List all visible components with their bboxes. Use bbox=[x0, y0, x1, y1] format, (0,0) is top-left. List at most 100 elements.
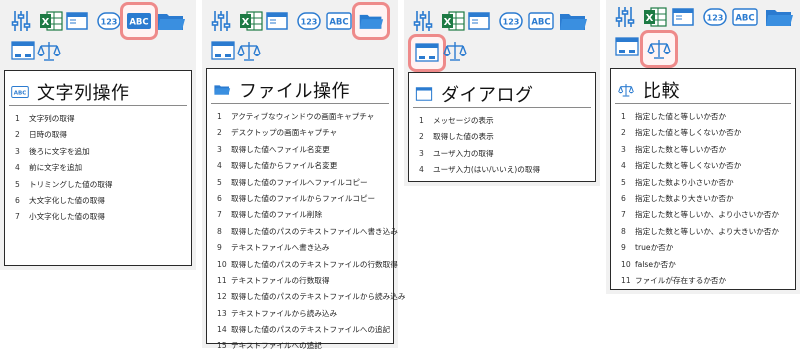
sliders-button[interactable] bbox=[412, 8, 438, 34]
list-item[interactable]: 2 デスクトップの画面キャプチャ bbox=[217, 125, 405, 141]
list-item[interactable]: 3 指定した数と等しいか否か bbox=[621, 142, 779, 158]
number-123-icon: 123 bbox=[297, 12, 321, 30]
list-item[interactable]: 2 取得した値の表示 bbox=[419, 129, 540, 145]
list-item[interactable]: 5 指定した数より小さいか否か bbox=[621, 175, 779, 191]
list-item[interactable]: 4 取得した値からファイル名変更 bbox=[217, 158, 405, 174]
excel-button[interactable]: X bbox=[238, 8, 264, 34]
list-item[interactable]: 5 トリミングした値の取得 bbox=[15, 177, 113, 193]
compare-button[interactable] bbox=[442, 38, 468, 64]
list-item[interactable]: 9 trueか否か bbox=[621, 240, 779, 256]
number-button[interactable]: 123 bbox=[96, 8, 122, 34]
compare-button[interactable] bbox=[640, 30, 678, 68]
sliders-button[interactable] bbox=[10, 8, 36, 34]
abc-text-button[interactable]: ABC bbox=[732, 4, 758, 30]
list-item[interactable]: 8 取得した値のパスのテキストファイルへ書き込み bbox=[217, 224, 405, 240]
folder-button[interactable] bbox=[352, 2, 390, 40]
list-item[interactable]: 6 大文字化した値の取得 bbox=[15, 193, 113, 209]
excel-icon: X bbox=[240, 11, 263, 31]
abc-text-icon: ABC bbox=[11, 83, 29, 101]
window-icon bbox=[266, 12, 288, 30]
compare-button[interactable] bbox=[236, 38, 262, 64]
dialog-window-button[interactable] bbox=[10, 38, 36, 64]
list-item[interactable]: 14 取得した値のパスのテキストファイルへの追記 bbox=[217, 322, 405, 338]
list-item[interactable]: 7 指定した数と等しいか、より小さいか否か bbox=[621, 207, 779, 223]
sliders-button[interactable] bbox=[614, 4, 640, 30]
list-item[interactable]: 1 文字列の取得 bbox=[15, 111, 113, 127]
dialog-window-button[interactable] bbox=[614, 34, 640, 60]
abc-text-button[interactable]: ABC bbox=[120, 2, 158, 40]
sliders-button[interactable] bbox=[210, 8, 236, 34]
list-item[interactable]: 6 取得した値のファイルからファイルコピー bbox=[217, 191, 405, 207]
list-item[interactable]: 3 後ろに文字を追加 bbox=[15, 144, 113, 160]
list-item[interactable]: 11 テキストファイルの行数取得 bbox=[217, 273, 405, 289]
folder-icon bbox=[560, 14, 587, 30]
list-item[interactable]: 4 指定した数と等しくないか否か bbox=[621, 158, 779, 174]
abc-text-button[interactable]: ABC bbox=[326, 8, 352, 34]
panel-file-ops: X 123 ABC ファイル操作 1 アクティブなウィンドウの画面キャプチャ 2デ… bbox=[202, 0, 405, 350]
list-item[interactable]: 3 ユーザ入力の取得 bbox=[419, 146, 540, 162]
svg-text:X: X bbox=[444, 17, 452, 28]
list-item[interactable]: 12 取得した値のパスのテキストファイルから読み込み bbox=[217, 289, 405, 305]
folder-icon bbox=[213, 81, 231, 99]
list-item[interactable]: 5 取得した値のファイルへファイルコピー bbox=[217, 175, 405, 191]
dialog-window-icon bbox=[415, 43, 439, 62]
abc-text-icon: ABC bbox=[732, 8, 758, 26]
scale-compare-icon bbox=[443, 42, 467, 61]
dialog-window-button[interactable] bbox=[210, 38, 236, 64]
card-title: ダイアログ bbox=[441, 85, 534, 106]
list-item[interactable]: 1 メッセージの表示 bbox=[419, 113, 540, 129]
list-item[interactable]: 4 ユーザ入力(はい/いいえ)の取得 bbox=[419, 162, 540, 178]
panel-dialog: X 123 ABC ダイアログ 1メッセージの表示 2取得した値の表示 3ユ bbox=[404, 0, 600, 186]
list-item[interactable]: 7 小文字化した値の取得 bbox=[15, 209, 113, 225]
window-button[interactable] bbox=[670, 4, 696, 30]
scale-compare-icon bbox=[647, 40, 671, 59]
list-item[interactable]: 2 日時の取得 bbox=[15, 127, 113, 143]
card-header: ダイアログ bbox=[415, 81, 534, 107]
list-item[interactable]: 10 falseか否か bbox=[621, 257, 779, 273]
excel-button[interactable]: X bbox=[642, 4, 668, 30]
abc-text-button[interactable]: ABC bbox=[528, 8, 554, 34]
list-item[interactable]: 10 取得した値のパスのテキストファイルの行数取得 bbox=[217, 257, 405, 273]
abc-text-icon: ABC bbox=[528, 12, 554, 30]
string-ops-card: ABC 文字列操作 1 文字列の取得 2 日時の取得 3 後ろに文字を追加 4 前に文字… bbox=[4, 70, 192, 266]
window-button[interactable] bbox=[466, 8, 492, 34]
list-item[interactable]: 3 取得した値へファイル名変更 bbox=[217, 142, 405, 158]
list-item[interactable]: 7 取得した値のファイル削除 bbox=[217, 207, 405, 223]
svg-text:X: X bbox=[42, 17, 50, 28]
list-item[interactable]: 15 テキストファイルへの追記 bbox=[217, 338, 405, 354]
abc-text-icon: ABC bbox=[326, 12, 352, 30]
number-button[interactable]: 123 bbox=[296, 8, 322, 34]
compare-button[interactable] bbox=[36, 38, 62, 64]
panel-string-ops: X 123 ABC ABC 文字列操作 1 文字列の取得 2 日時の取得 3 後ろに bbox=[0, 0, 196, 270]
action-list: 1 文字列の取得 2 日時の取得 3 後ろに文字を追加 4 前に文字を追加 5 トリミング… bbox=[15, 111, 113, 226]
excel-button[interactable]: X bbox=[38, 8, 64, 34]
list-item[interactable]: 9 テキストファイルへ書き込み bbox=[217, 240, 405, 256]
folder-icon bbox=[766, 10, 793, 26]
sliders-icon bbox=[413, 11, 433, 31]
excel-button[interactable]: X bbox=[440, 8, 466, 34]
list-item[interactable]: 4 前に文字を追加 bbox=[15, 160, 113, 176]
number-123-icon: 123 bbox=[703, 8, 727, 26]
folder-icon bbox=[158, 14, 185, 30]
dialog-window-button[interactable] bbox=[408, 34, 446, 72]
card-header: ABC 文字列操作 bbox=[11, 79, 130, 105]
list-item[interactable]: 1 アクティブなウィンドウの画面キャプチャ bbox=[217, 109, 405, 125]
folder-button[interactable] bbox=[764, 4, 793, 30]
folder-button[interactable] bbox=[156, 8, 185, 34]
list-item[interactable]: 11 ファイルが存在するか否か bbox=[621, 273, 779, 289]
window-button[interactable] bbox=[264, 8, 290, 34]
list-item[interactable]: 8 指定した数と等しいか、より大きいか否か bbox=[621, 224, 779, 240]
svg-text:ABC: ABC bbox=[129, 18, 148, 28]
number-button[interactable]: 123 bbox=[498, 8, 524, 34]
list-item[interactable]: 13 テキストファイルから読み込み bbox=[217, 306, 405, 322]
folder-icon bbox=[359, 14, 384, 29]
list-item[interactable]: 6 指定した数より大きいか否か bbox=[621, 191, 779, 207]
folder-button[interactable] bbox=[558, 8, 587, 34]
number-button[interactable]: 123 bbox=[702, 4, 728, 30]
scale-compare-icon bbox=[617, 81, 635, 99]
list-item[interactable]: 2 指定した値と等しくないか否か bbox=[621, 125, 779, 141]
list-item[interactable]: 1 指定した値と等しいか否か bbox=[621, 109, 779, 125]
card-title: 比較 bbox=[643, 81, 680, 102]
window-button[interactable] bbox=[64, 8, 90, 34]
divider bbox=[413, 107, 591, 108]
